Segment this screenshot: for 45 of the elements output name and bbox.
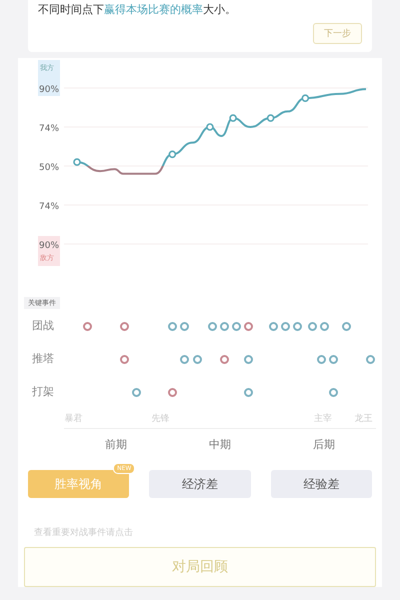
event-dot[interactable] <box>366 354 375 364</box>
review-button[interactable]: 对局回顾 <box>24 547 376 587</box>
event-dot[interactable] <box>83 322 92 330</box>
event-dot[interactable] <box>342 322 351 330</box>
event-dot[interactable] <box>244 354 254 364</box>
event-dot[interactable] <box>180 322 190 330</box>
axis-tick-label: 50% <box>39 163 60 173</box>
event-dot[interactable] <box>180 354 190 364</box>
event-dot[interactable] <box>168 388 178 396</box>
event-dot[interactable] <box>168 322 178 330</box>
event-dot[interactable] <box>280 322 290 330</box>
mode-tab[interactable]: 经济差 <box>149 470 251 498</box>
event-dot[interactable] <box>244 322 254 330</box>
event-dot[interactable] <box>244 388 254 396</box>
ally-label-background <box>38 60 60 96</box>
axis-tick-label: 90% <box>39 85 60 95</box>
event-dot[interactable] <box>120 354 129 364</box>
axis-tick-label: 74% <box>39 124 60 134</box>
event-dot[interactable] <box>329 388 338 396</box>
phase-label: 中期 <box>208 437 232 452</box>
event-dot[interactable] <box>208 322 217 330</box>
event-dot[interactable] <box>292 322 302 330</box>
axis-tick-label: 90% <box>39 241 60 251</box>
event-dot[interactable] <box>220 354 229 364</box>
event-dot[interactable] <box>320 322 330 330</box>
mode-tab[interactable]: 胜率视角 <box>28 470 130 498</box>
enemy-label-background <box>38 236 60 266</box>
event-dot[interactable] <box>329 354 338 364</box>
event-dot[interactable] <box>220 322 229 330</box>
event-dot[interactable] <box>317 354 326 364</box>
event-dot[interactable] <box>268 322 278 330</box>
axis-tick-label: 74% <box>39 202 60 212</box>
event-dot[interactable] <box>120 322 129 330</box>
event-dot[interactable] <box>308 322 318 330</box>
event-dot[interactable] <box>232 322 242 330</box>
event-dot[interactable] <box>192 354 202 364</box>
intro-text: 不同时间点下赢得本场比赛的概率大小。 <box>38 2 237 17</box>
phase-label: 前期 <box>104 437 128 452</box>
event-dot[interactable] <box>132 388 141 396</box>
mode-tab[interactable]: 经验差 <box>270 470 372 498</box>
phase-label: 后期 <box>312 437 336 452</box>
event-type-label: 团战 <box>31 318 55 333</box>
event-type-label: 推塔 <box>31 351 55 366</box>
event-type-label: 打架 <box>31 384 55 399</box>
next-button[interactable]: 下一步 <box>313 23 362 44</box>
